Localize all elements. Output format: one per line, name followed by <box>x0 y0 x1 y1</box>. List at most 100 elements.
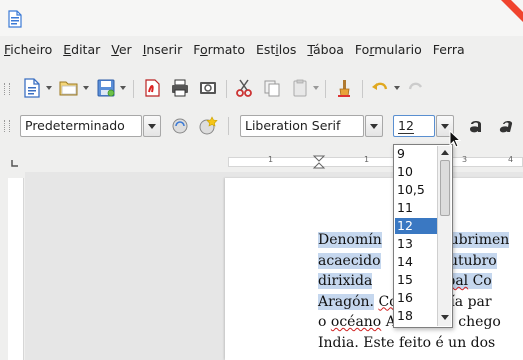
paragraph-style-combo[interactable]: Predeterminado <box>20 115 142 137</box>
scissors-icon <box>236 79 252 97</box>
print-button[interactable] <box>168 76 192 100</box>
text-misspelled: océano <box>330 314 382 330</box>
save-button[interactable] <box>94 76 118 100</box>
cut-button[interactable] <box>232 76 256 100</box>
text-normal: India. Este feito é un dos <box>318 334 496 351</box>
chevron-down-icon <box>148 123 156 129</box>
ruler-number: 4 <box>508 155 514 164</box>
font-size-option[interactable]: 10 <box>395 164 438 180</box>
font-size-list[interactable]: 9 10 10,5 11 12 13 14 15 16 18 <box>393 144 453 328</box>
save-dropdown[interactable] <box>120 86 126 90</box>
vertical-ruler[interactable] <box>8 178 24 360</box>
chevron-up-icon <box>441 150 449 155</box>
menu-taboa-label: áboa <box>313 41 344 57</box>
paragraph-style-value: Predeterminado <box>25 118 125 133</box>
font-size-list-scrollbar[interactable] <box>437 146 451 326</box>
text-space <box>468 273 473 289</box>
undo-button[interactable] <box>368 76 392 100</box>
ruler-number: 3 <box>462 155 468 164</box>
paste-button[interactable] <box>288 76 312 100</box>
menu-formato-label: rmato <box>207 41 245 57</box>
menu-bar: Ficheiro Editar Ver Inserir Formato Esti… <box>0 38 523 60</box>
new-document-icon <box>24 78 40 98</box>
menu-formulario[interactable]: Formulario <box>355 42 422 57</box>
standard-toolbar <box>0 74 523 104</box>
scroll-thumb[interactable] <box>440 160 450 216</box>
open-dropdown[interactable] <box>83 86 89 90</box>
font-name-value: Liberation Serif <box>245 118 341 133</box>
text-selected: Denomín <box>318 232 382 248</box>
copy-button[interactable] <box>260 76 284 100</box>
font-size-option[interactable]: 14 <box>395 254 438 270</box>
text-selected: Aragón. <box>318 293 375 310</box>
menu-ferramentas[interactable]: Ferra <box>433 42 465 57</box>
save-icon <box>97 79 115 97</box>
new-style-button[interactable] <box>196 114 220 138</box>
chevron-down-icon <box>441 315 449 320</box>
formatting-toolbar: Predeterminado Liberation Serif 12 <box>0 111 523 141</box>
indent-marker-icon[interactable] <box>312 155 326 169</box>
toolbar-separator <box>133 80 134 98</box>
tab-type-icon[interactable] <box>10 158 20 168</box>
copy-icon <box>264 80 280 97</box>
toolbar-separator <box>228 117 229 135</box>
writer-document-icon <box>8 10 22 28</box>
redo-button[interactable] <box>404 76 428 100</box>
text-selected: dirixida <box>318 273 373 289</box>
clone-formatting-button[interactable] <box>332 76 356 100</box>
menu-editar-label: ditar <box>71 41 101 57</box>
toolbar-separator <box>362 80 363 98</box>
document-page[interactable]: Denomín cubrimen acaecido outubro dirixida… <box>225 178 523 360</box>
paste-dropdown[interactable] <box>313 86 319 90</box>
menu-ver-accel: V <box>111 41 119 57</box>
mouse-pointer-icon <box>449 130 462 148</box>
undo-dropdown[interactable] <box>394 86 400 90</box>
menu-estilos-label: los <box>278 41 297 57</box>
font-size-combo[interactable]: 12 <box>393 115 435 137</box>
menu-editar-accel: E <box>63 41 72 57</box>
print-preview-icon <box>200 82 216 94</box>
menu-inserir[interactable]: Inserir <box>143 42 183 57</box>
print-preview-button[interactable] <box>196 76 220 100</box>
font-size-option[interactable]: 10,5 <box>395 182 438 198</box>
menu-ficheiro[interactable]: Ficheiro <box>4 42 52 57</box>
open-button[interactable] <box>57 76 81 100</box>
text-selected: acaecido <box>318 252 381 269</box>
font-size-option-selected[interactable]: 12 <box>395 218 438 234</box>
menu-formato-pre: F <box>193 41 201 57</box>
scroll-down-button[interactable] <box>439 312 451 324</box>
update-style-button[interactable] <box>168 114 192 138</box>
font-size-option[interactable]: 13 <box>395 236 438 252</box>
font-name-combo[interactable]: Liberation Serif <box>240 115 364 137</box>
new-document-dropdown[interactable] <box>46 86 52 90</box>
font-size-option[interactable]: 9 <box>395 146 438 162</box>
menu-estilos[interactable]: Estilos <box>256 42 296 57</box>
font-size-option[interactable]: 16 <box>395 290 438 306</box>
new-document-button[interactable] <box>20 76 44 100</box>
menu-taboa[interactable]: Táboa <box>307 42 343 57</box>
printer-icon <box>172 79 188 97</box>
menu-ver[interactable]: Ver <box>111 42 131 57</box>
paragraph-style-dropdown[interactable] <box>143 115 161 137</box>
menu-ferramentas-pre: Ferra <box>432 41 465 57</box>
export-pdf-button[interactable] <box>140 76 164 100</box>
redo-icon <box>408 82 423 90</box>
toolbar-separator <box>226 80 227 98</box>
menu-formato[interactable]: Formato <box>193 42 245 57</box>
font-size-option[interactable]: 11 <box>395 200 438 216</box>
ruler-number: 1 <box>364 155 370 164</box>
chevron-down-icon <box>441 123 449 129</box>
menu-estilos-pre: Est <box>255 41 276 57</box>
text-normal: o <box>318 314 331 330</box>
font-size-option[interactable]: 18 <box>395 308 438 324</box>
font-size-option[interactable]: 15 <box>395 272 438 288</box>
bold-button[interactable] <box>464 114 488 138</box>
font-name-dropdown[interactable] <box>365 115 383 137</box>
menu-editar[interactable]: Editar <box>63 42 100 57</box>
toolbar-grip[interactable] <box>4 83 10 95</box>
toolbar-grip[interactable] <box>4 120 10 132</box>
paintbrush-icon <box>338 80 350 97</box>
folder-open-icon <box>59 81 78 96</box>
italic-button[interactable] <box>494 114 518 138</box>
bold-a-icon <box>470 121 481 133</box>
